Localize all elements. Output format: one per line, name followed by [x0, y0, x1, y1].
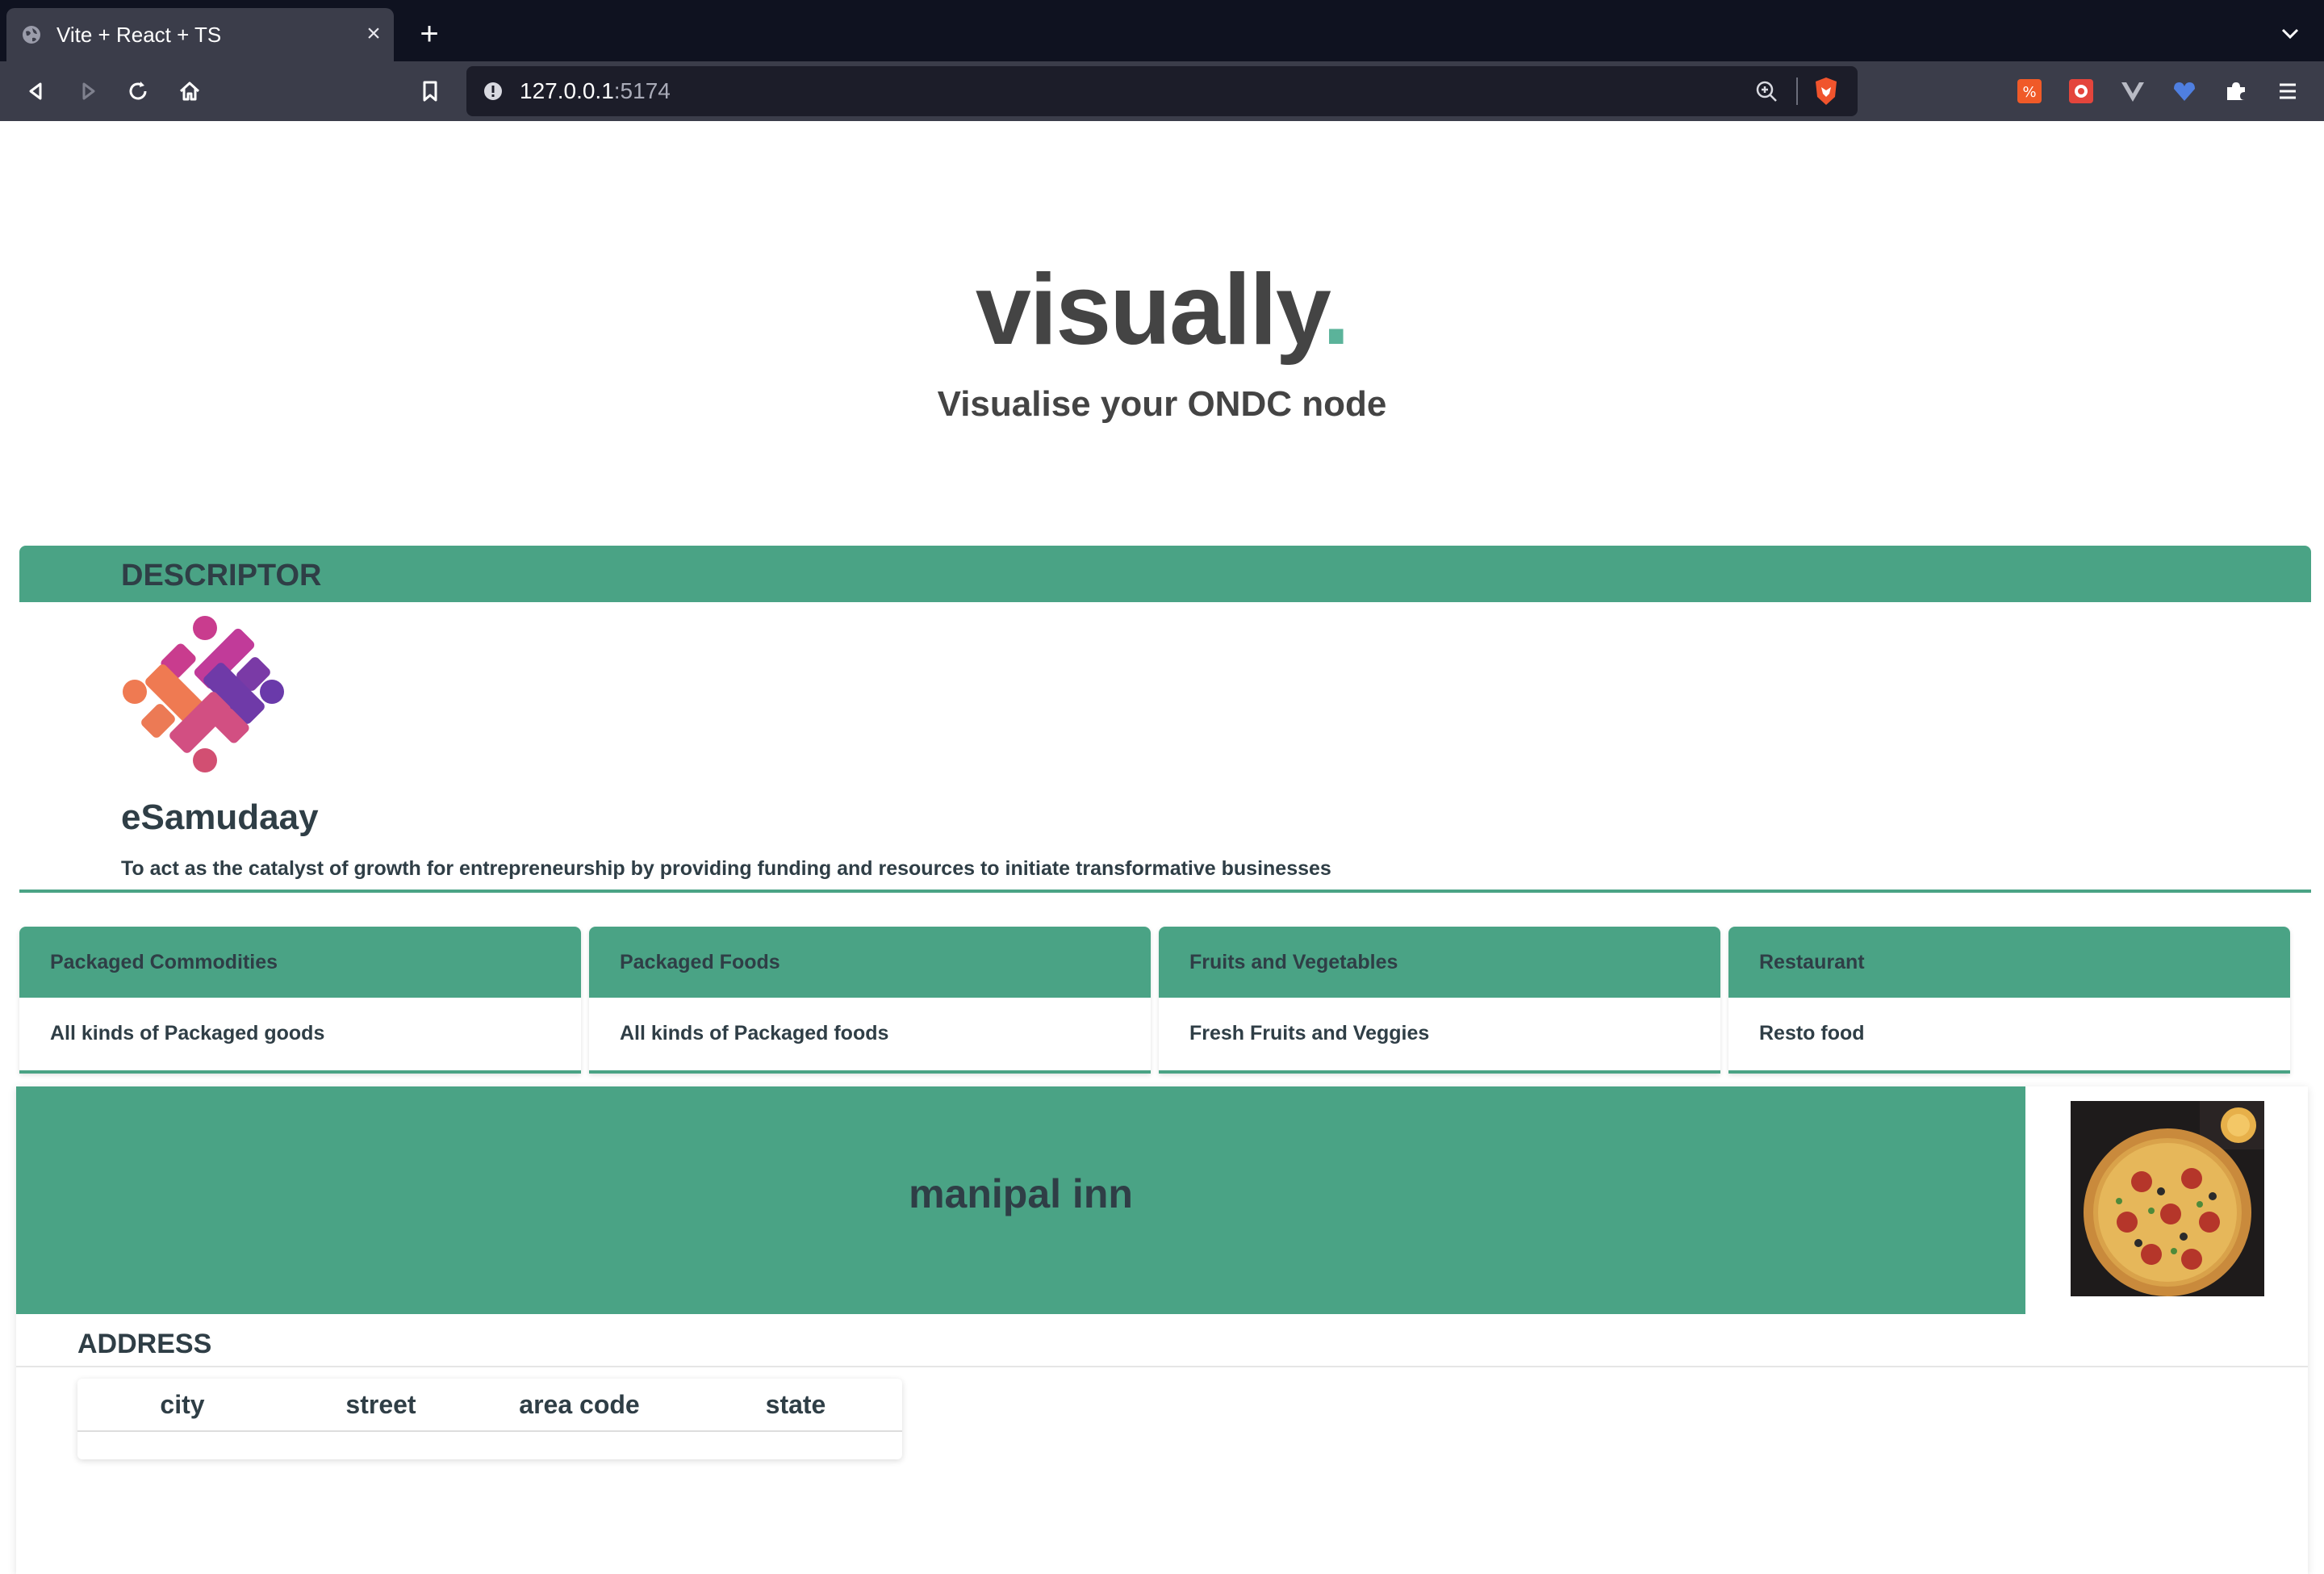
category-desc: Resto food — [1759, 1022, 1865, 1044]
extension-vue-icon[interactable] — [2119, 77, 2146, 105]
url-divider — [1796, 77, 1798, 105]
address-table: city street area code state — [77, 1379, 902, 1459]
extension-heart-icon[interactable] — [2171, 77, 2198, 105]
svg-text:%: % — [2022, 84, 2036, 101]
category-card-rule — [1728, 1070, 2290, 1074]
chevron-down-icon[interactable] — [2276, 19, 2305, 48]
provider-name: manipal inn — [909, 1171, 1133, 1216]
pizza-image — [2071, 1101, 2264, 1296]
app-title-text: visually — [975, 254, 1324, 366]
category-card[interactable]: Restaurant Resto food — [1728, 927, 2290, 1074]
category-card-header: Packaged Foods — [589, 927, 1151, 998]
category-card-rule — [1159, 1070, 1720, 1074]
esamudaay-logo-icon — [123, 616, 284, 772]
app-title-dot: . — [1322, 254, 1350, 366]
category-card[interactable]: Packaged Commodities All kinds of Packag… — [19, 927, 581, 1074]
category-desc: All kinds of Packaged foods — [620, 1022, 889, 1044]
close-tab-icon[interactable]: × — [360, 20, 387, 48]
browser-toolbar: 127.0.0.1:5174 % — [0, 61, 2324, 121]
home-icon[interactable] — [176, 77, 203, 105]
category-name: Fruits and Vegetables — [1189, 951, 1398, 973]
menu-icon[interactable] — [2274, 77, 2301, 105]
address-bar[interactable]: 127.0.0.1:5174 — [466, 66, 1858, 116]
address-label: ADDRESS — [77, 1329, 212, 1359]
address-divider — [16, 1366, 2308, 1367]
category-desc: All kinds of Packaged goods — [50, 1022, 325, 1044]
tab-title: Vite + React + TS — [56, 23, 222, 47]
bookmark-icon[interactable] — [416, 77, 444, 105]
back-icon[interactable] — [23, 77, 50, 105]
address-column-header: area code — [519, 1390, 640, 1419]
url-port: :5174 — [613, 78, 671, 103]
descriptor-name: eSamudaay — [121, 797, 319, 837]
extensions-puzzle-icon[interactable] — [2222, 77, 2250, 105]
descriptor-divider — [19, 890, 2311, 893]
forward-icon[interactable] — [74, 77, 102, 105]
descriptor-header: DESCRIPTOR — [19, 546, 2311, 602]
category-name: Restaurant — [1759, 951, 1865, 973]
reload-icon[interactable] — [124, 77, 152, 105]
category-card[interactable]: Fruits and Vegetables Fresh Fruits and V… — [1159, 927, 1720, 1074]
category-name: Packaged Commodities — [50, 951, 278, 973]
category-card-rule — [589, 1070, 1151, 1074]
address-table-header-rule — [77, 1430, 902, 1432]
url-text[interactable]: 127.0.0.1:5174 — [520, 78, 671, 104]
brave-shield-icon[interactable] — [1812, 76, 1840, 107]
zoom-icon[interactable] — [1754, 79, 1779, 103]
new-tab-icon[interactable]: + — [413, 18, 445, 50]
category-card-header: Fruits and Vegetables — [1159, 927, 1720, 998]
address-column-header: state — [765, 1390, 826, 1419]
descriptor-header-label: DESCRIPTOR — [121, 559, 322, 592]
browser-tab-bar: Vite + React + TS × + — [0, 0, 2324, 61]
url-host: 127.0.0.1 — [520, 78, 614, 103]
provider-card: manipal inn ADDRESS city street area cod… — [16, 1086, 2308, 1574]
site-info-icon[interactable] — [483, 81, 504, 102]
provider-header: manipal inn — [16, 1086, 2025, 1314]
descriptor-short-desc: To act as the catalyst of growth for ent… — [121, 857, 1331, 880]
category-card[interactable]: Packaged Foods All kinds of Packaged foo… — [589, 927, 1151, 1074]
app-subtitle: Visualise your ONDC node — [937, 384, 1387, 424]
category-desc: Fresh Fruits and Veggies — [1189, 1022, 1430, 1044]
extension-bug-icon[interactable] — [2067, 77, 2095, 105]
address-column-header: city — [160, 1390, 205, 1419]
category-card-rule — [19, 1070, 581, 1074]
category-name: Packaged Foods — [620, 951, 780, 973]
globe-icon — [23, 26, 40, 44]
page-content: visually. Visualise your ONDC node DESCR… — [0, 121, 2324, 1574]
category-card-header: Restaurant — [1728, 927, 2290, 998]
address-column-header: street — [345, 1390, 416, 1419]
category-card-header: Packaged Commodities — [19, 927, 581, 998]
extension-translate-icon[interactable]: % — [2016, 77, 2043, 105]
app-title: visually. — [0, 260, 2324, 360]
browser-tab[interactable]: Vite + React + TS × — [6, 8, 394, 61]
